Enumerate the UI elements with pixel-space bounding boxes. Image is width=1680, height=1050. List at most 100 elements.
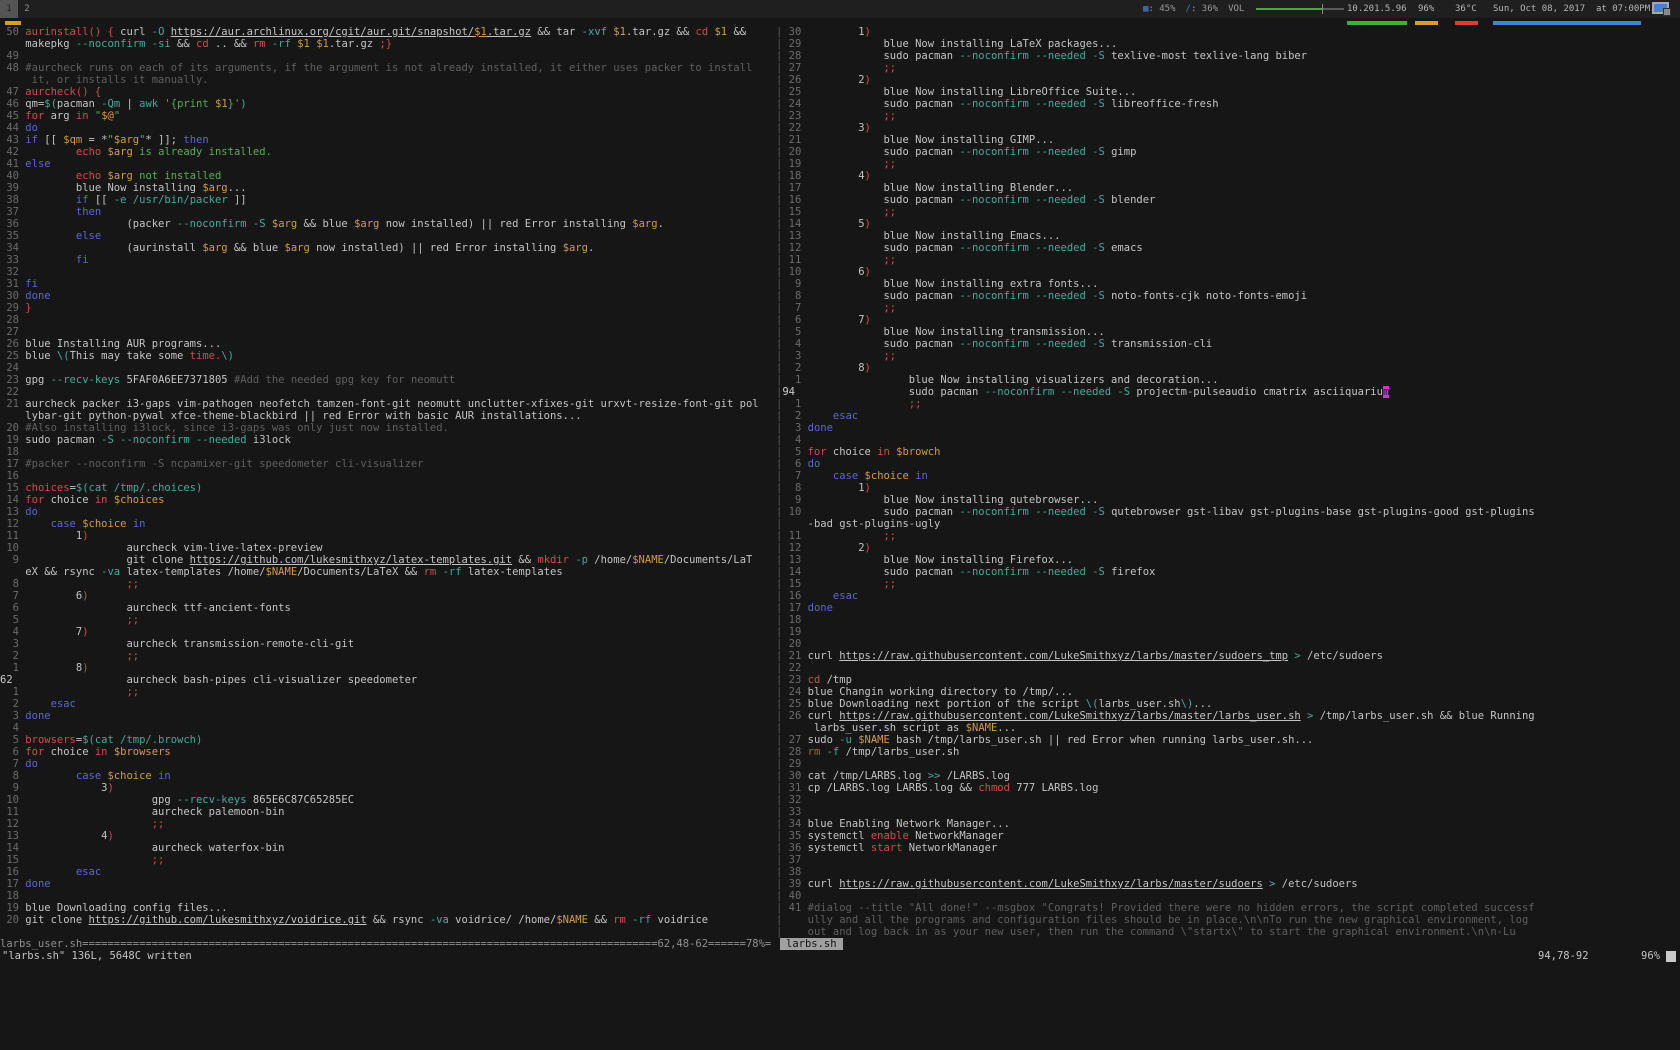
code-row[interactable]: | 36 systemctl start NetworkManager — [776, 842, 1680, 854]
code-row[interactable]: | 4 — [776, 434, 1680, 446]
code-row[interactable]: it, or installs it manually. — [0, 74, 776, 86]
code-row[interactable]: 6 for choice in $browsers — [0, 746, 776, 758]
code-row[interactable]: | 13 blue Now installing Emacs... — [776, 230, 1680, 242]
code-row[interactable] — [0, 926, 776, 938]
code-row[interactable]: | 41 #dialog --title "All done!" --msgbo… — [776, 902, 1680, 914]
code-row[interactable]: | 5 for choice in $browch — [776, 446, 1680, 458]
code-row[interactable]: 35 else — [0, 230, 776, 242]
code-row[interactable]: | 6 do — [776, 458, 1680, 470]
code-row[interactable]: 15 choices=$(cat /tmp/.choices) — [0, 482, 776, 494]
code-row[interactable]: | 24 blue Changin working directory to /… — [776, 686, 1680, 698]
code-row[interactable]: | 29 — [776, 758, 1680, 770]
code-row[interactable]: | 30 1) — [776, 26, 1680, 38]
code-row[interactable]: 7 6) — [0, 590, 776, 602]
code-row[interactable]: | 10 6) — [776, 266, 1680, 278]
code-row[interactable]: | 30 cat /tmp/LARBS.log >> /LARBS.log — [776, 770, 1680, 782]
code-row[interactable]: 13 4) — [0, 830, 776, 842]
code-row[interactable]: 16 esac — [0, 866, 776, 878]
code-row[interactable]: 32 — [0, 266, 776, 278]
code-row[interactable]: 17 done — [0, 878, 776, 890]
code-row[interactable]: 5 browsers=$(cat /tmp/.browch) — [0, 734, 776, 746]
code-row[interactable]: 23 gpg --recv-keys 5FAF0A6EE7371805 #Add… — [0, 374, 776, 386]
code-row[interactable]: 18 — [0, 446, 776, 458]
code-row[interactable]: | out and log back in as your new user, … — [776, 926, 1680, 938]
code-row[interactable]: 24 — [0, 362, 776, 374]
volume-slider[interactable] — [1256, 8, 1344, 10]
code-row[interactable]: 4 7) — [0, 626, 776, 638]
code-row[interactable]: | 33 — [776, 806, 1680, 818]
code-row[interactable]: 37 then — [0, 206, 776, 218]
code-row[interactable]: | 19 — [776, 626, 1680, 638]
code-row[interactable]: | 3 done — [776, 422, 1680, 434]
code-row[interactable]: | 16 sudo pacman --noconfirm --needed -S… — [776, 194, 1680, 206]
code-row[interactable]: 27 — [0, 326, 776, 338]
code-row[interactable]: 3 done — [0, 710, 776, 722]
code-row[interactable]: | 7 case $choice in — [776, 470, 1680, 482]
code-row[interactable]: 42 echo $arg is already installed. — [0, 146, 776, 158]
code-row[interactable]: | 38 — [776, 866, 1680, 878]
code-row[interactable]: 7 do — [0, 758, 776, 770]
code-row[interactable]: 14 for choice in $choices — [0, 494, 776, 506]
code-row[interactable]: | 25 blue Now installing LibreOffice Sui… — [776, 86, 1680, 98]
code-row[interactable]: 48 #aurcheck runs on each of its argumen… — [0, 62, 776, 74]
code-row[interactable]: | 26 curl https://raw.githubusercontent.… — [776, 710, 1680, 722]
code-row[interactable]: 1 8) — [0, 662, 776, 674]
code-row[interactable]: | 17 blue Now installing Blender... — [776, 182, 1680, 194]
code-row[interactable]: | 20 sudo pacman --noconfirm --needed -S… — [776, 146, 1680, 158]
code-row[interactable]: 8 case $choice in — [0, 770, 776, 782]
code-row[interactable]: | 26 2) — [776, 74, 1680, 86]
code-row[interactable]: | 4 sudo pacman --noconfirm --needed -S … — [776, 338, 1680, 350]
code-row[interactable]: 2 ;; — [0, 650, 776, 662]
code-row[interactable]: | 29 blue Now installing LaTeX packages.… — [776, 38, 1680, 50]
code-row[interactable]: 41 else — [0, 158, 776, 170]
code-row[interactable]: 33 fi — [0, 254, 776, 266]
code-row[interactable]: | 21 blue Now installing GIMP... — [776, 134, 1680, 146]
code-row[interactable]: 18 — [0, 890, 776, 902]
code-row[interactable]: | 14 sudo pacman --noconfirm --needed -S… — [776, 566, 1680, 578]
code-row[interactable]: 22 — [0, 386, 776, 398]
code-row[interactable]: | 6 7) — [776, 314, 1680, 326]
code-row[interactable]: | 5 blue Now installing transmission... — [776, 326, 1680, 338]
code-row[interactable]: | 37 — [776, 854, 1680, 866]
code-row[interactable]: 10 aurcheck vim-live-latex-preview — [0, 542, 776, 554]
code-row[interactable]: | 3 ;; — [776, 350, 1680, 362]
code-row[interactable]: 5 ;; — [0, 614, 776, 626]
code-row[interactable]: |94 sudo pacman --noconfirm --needed -S … — [776, 386, 1680, 398]
code-row[interactable]: 49 — [0, 50, 776, 62]
code-row[interactable]: 46 qm=$(pacman -Qm | awk '{print $1}') — [0, 98, 776, 110]
code-row[interactable]: | 40 — [776, 890, 1680, 902]
code-row[interactable]: | 12 sudo pacman --noconfirm --needed -S… — [776, 242, 1680, 254]
code-row[interactable]: 1 ;; — [0, 686, 776, 698]
code-row[interactable]: 11 aurcheck palemoon-bin — [0, 806, 776, 818]
code-row[interactable]: | 18 — [776, 614, 1680, 626]
code-row[interactable]: | 12 2) — [776, 542, 1680, 554]
workspace-tag-1[interactable]: 1 — [0, 0, 18, 18]
code-row[interactable]: 20 git clone https://github.com/lukesmit… — [0, 914, 776, 926]
volume-slider-handle[interactable] — [1322, 4, 1323, 14]
code-row[interactable]: 8 ;; — [0, 578, 776, 590]
code-row[interactable]: | 2 8) — [776, 362, 1680, 374]
code-row[interactable]: | 22 3) — [776, 122, 1680, 134]
code-row[interactable]: 39 blue Now installing $arg... — [0, 182, 776, 194]
code-row[interactable]: | 23 cd /tmp — [776, 674, 1680, 686]
code-row[interactable]: | 11 ;; — [776, 254, 1680, 266]
code-row[interactable]: | 27 sudo -u $NAME bash /tmp/larbs_user.… — [776, 734, 1680, 746]
code-row[interactable]: | 18 4) — [776, 170, 1680, 182]
code-row[interactable]: | 15 ;; — [776, 578, 1680, 590]
code-row[interactable]: | 35 systemctl enable NetworkManager — [776, 830, 1680, 842]
code-row[interactable]: | 2 esac — [776, 410, 1680, 422]
code-row[interactable]: 43 if [[ $qm = *"$arg"* ]]; then — [0, 134, 776, 146]
code-row[interactable]: 20 #Also installing i3lock, since i3-gap… — [0, 422, 776, 434]
workspace-tag-2[interactable]: 2 — [18, 0, 36, 18]
code-row[interactable]: 38 if [[ -e /usr/bin/packer ]] — [0, 194, 776, 206]
code-row[interactable]: 21 aurcheck packer i3-gaps vim-pathogen … — [0, 398, 776, 410]
code-row[interactable]: lybar-git python-pywal xfce-theme-blackb… — [0, 410, 776, 422]
code-row[interactable]: | 22 — [776, 662, 1680, 674]
code-row[interactable]: 26 blue Installing AUR programs... — [0, 338, 776, 350]
code-row[interactable]: 12 ;; — [0, 818, 776, 830]
code-row[interactable]: | 16 esac — [776, 590, 1680, 602]
code-row[interactable]: | 9 blue Now installing qutebrowser... — [776, 494, 1680, 506]
code-row[interactable]: makepkg --noconfirm -si && cd .. && rm -… — [0, 38, 776, 50]
code-row[interactable]: | -bad gst-plugins-ugly — [776, 518, 1680, 530]
code-row[interactable]: 19 blue Downloading config files... — [0, 902, 776, 914]
